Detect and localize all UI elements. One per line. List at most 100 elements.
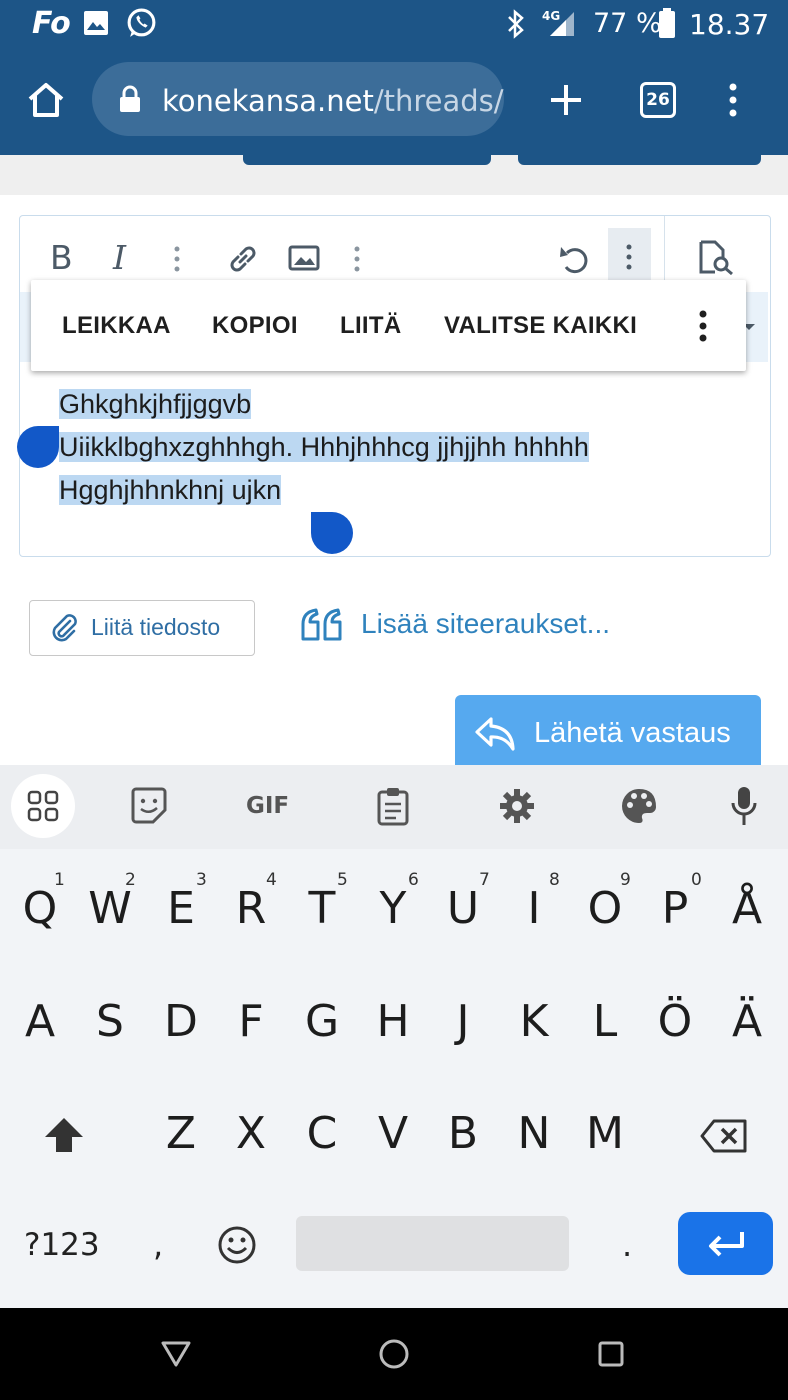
key-l[interactable]: L [575, 996, 635, 1047]
selected-text-2: Uiikklbghxzghhhgh. Hhhjhhhcg jjhjjhh hhh… [59, 432, 589, 462]
paperclip-icon [52, 614, 77, 642]
backspace-icon[interactable] [699, 1118, 749, 1154]
battery-percent: 77 % [593, 8, 662, 39]
preview-icon[interactable] [697, 240, 735, 276]
toolbar-divider [664, 216, 665, 286]
back-icon[interactable] [160, 1340, 192, 1368]
battery-icon [659, 8, 675, 38]
comma-key[interactable]: , [153, 1226, 163, 1264]
image-icon[interactable] [288, 244, 320, 272]
key-s[interactable]: S [80, 996, 140, 1047]
key-c[interactable]: C [292, 1108, 352, 1159]
hint-0: 0 [691, 870, 702, 890]
mic-icon[interactable] [730, 785, 758, 827]
enter-key[interactable] [678, 1212, 773, 1275]
sticker-icon[interactable] [129, 786, 169, 826]
key-h[interactable]: H [363, 996, 423, 1047]
quote-icon[interactable] [300, 608, 344, 642]
key-x[interactable]: X [221, 1108, 281, 1159]
key-a-ring[interactable]: Å [717, 883, 777, 934]
key-b[interactable]: B [433, 1108, 493, 1159]
tab-switcher-button[interactable]: 26 [640, 82, 676, 118]
key-z[interactable]: Z [151, 1108, 211, 1159]
key-p[interactable]: P [645, 883, 705, 934]
menu-item-copy[interactable]: KOPIOI [212, 312, 298, 340]
key-n[interactable]: N [504, 1108, 564, 1159]
home-icon[interactable] [26, 80, 66, 120]
bluetooth-icon [508, 9, 524, 39]
selection-start-handle[interactable] [17, 426, 59, 468]
editor-line-3: Hgghjhhnkhnj ujkn [59, 468, 282, 512]
gif-button[interactable]: GIF [246, 793, 289, 819]
signal-icon [550, 12, 574, 36]
key-d[interactable]: D [151, 996, 211, 1047]
key-u[interactable]: U [433, 883, 493, 934]
selection-end-handle[interactable] [311, 512, 353, 554]
emoji-icon[interactable] [217, 1225, 257, 1265]
key-a[interactable]: A [10, 996, 70, 1047]
key-f[interactable]: F [221, 996, 281, 1047]
palette-icon[interactable] [620, 787, 658, 825]
home-nav-icon[interactable] [378, 1338, 410, 1370]
insert-quotes-link[interactable]: Lisää siteeraukset... [361, 608, 610, 640]
menu-item-cut[interactable]: LEIKKAA [62, 312, 171, 340]
shift-icon[interactable] [43, 1116, 85, 1154]
key-t[interactable]: T [292, 883, 352, 934]
key-w[interactable]: W [80, 883, 140, 934]
symbols-key[interactable]: ?123 [24, 1227, 100, 1263]
vertical-dots-icon [626, 244, 632, 270]
key-m[interactable]: M [575, 1108, 635, 1159]
page-button-stub-right[interactable] [518, 155, 761, 165]
browser-menu-icon[interactable] [726, 82, 740, 118]
page-button-stub-left[interactable] [243, 155, 491, 165]
gallery-icon [84, 11, 108, 35]
key-r[interactable]: R [221, 883, 281, 934]
italic-icon[interactable]: I [113, 238, 126, 277]
key-g[interactable]: G [292, 996, 352, 1047]
whatsapp-icon [127, 8, 156, 37]
undo-icon[interactable] [557, 241, 593, 277]
notification-app-label: Fo [32, 6, 71, 41]
key-o[interactable]: O [575, 883, 635, 934]
space-bar[interactable] [296, 1216, 569, 1271]
menu-item-select-all[interactable]: VALITSE KAIKKI [444, 312, 637, 340]
reply-icon [475, 717, 515, 751]
recents-icon[interactable] [597, 1340, 625, 1368]
period-key[interactable]: . [622, 1226, 632, 1264]
key-e[interactable]: E [151, 883, 211, 934]
key-o-umlaut[interactable]: Ö [645, 996, 705, 1047]
new-tab-icon[interactable] [549, 83, 583, 117]
more-options-button[interactable] [608, 228, 651, 286]
menu-item-paste[interactable]: LIITÄ [340, 312, 402, 340]
apps-icon [27, 790, 59, 822]
more-insert-options-icon[interactable] [352, 245, 362, 273]
hint-9: 9 [620, 870, 631, 890]
key-y[interactable]: Y [363, 883, 423, 934]
key-j[interactable]: J [433, 996, 493, 1047]
apps-button[interactable] [11, 774, 75, 838]
clipboard-icon[interactable] [376, 786, 410, 826]
key-q[interactable]: Q [10, 883, 70, 934]
hint-5: 5 [337, 870, 348, 890]
settings-icon[interactable] [498, 787, 536, 825]
hint-4: 4 [266, 870, 277, 890]
key-k[interactable]: K [504, 996, 564, 1047]
hint-8: 8 [549, 870, 560, 890]
url-text[interactable]: konekansa.net/threads/ [162, 84, 504, 118]
key-i[interactable]: I [504, 883, 564, 934]
bold-icon[interactable]: B [50, 238, 73, 277]
selected-text-1: Ghkghkjhfjjggvb [59, 389, 252, 419]
link-icon[interactable] [226, 242, 260, 276]
editor-line-2: Uiikklbghxzghhhgh. Hhhjhhhcg jjhjjhh hhh… [59, 425, 589, 469]
hint-3: 3 [196, 870, 207, 890]
key-v[interactable]: V [363, 1108, 423, 1159]
hint-1: 1 [54, 870, 65, 890]
editor-line-1: Ghkghkjhfjjggvb [59, 382, 252, 426]
more-text-options-icon[interactable] [172, 245, 182, 273]
lock-icon [120, 85, 140, 112]
key-a-umlaut[interactable]: Ä [717, 996, 777, 1047]
tab-count: 26 [646, 90, 670, 110]
hint-7: 7 [479, 870, 490, 890]
clock: 18.37 [689, 8, 770, 41]
context-menu-overflow-icon[interactable] [697, 309, 709, 343]
